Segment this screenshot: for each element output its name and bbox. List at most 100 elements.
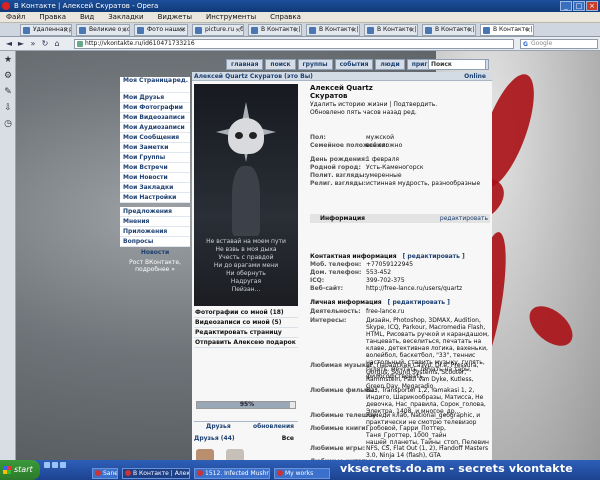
edit-link[interactable]: ред. [173, 77, 189, 85]
start-button[interactable]: start [0, 460, 40, 480]
edit-link[interactable]: [ редактировать ] [403, 253, 465, 260]
sidebar-item[interactable]: Мои Новости [120, 173, 190, 183]
tab-close-icon[interactable]: × [235, 25, 241, 35]
tab-close-icon[interactable]: × [179, 25, 185, 35]
tab-favicon-icon [251, 27, 258, 34]
profile-avatar[interactable]: Не вставай на моем пути Не взвь в моя дых… [194, 84, 298, 306]
profile-action-link[interactable]: Редактировать страницу [194, 328, 298, 338]
menu-item[interactable]: Инструменты [206, 12, 256, 22]
history-clock-icon[interactable]: ◷ [3, 119, 13, 129]
minimize-icon[interactable]: _ [560, 1, 572, 11]
maximize-icon[interactable]: □ [573, 1, 585, 11]
friends-all-link[interactable]: Все [282, 435, 294, 442]
sidebar-item[interactable]: Предложения [120, 207, 190, 217]
friends-count[interactable]: Друзья (44) [194, 435, 235, 442]
browser-tab[interactable]: Фото наших фору...× [134, 24, 188, 36]
home-icon[interactable]: ⌂ [52, 39, 62, 49]
sidebar-item[interactable]: Мои Фотографии [120, 103, 190, 113]
sidebar-item-my-page[interactable]: Моя Страница ред. [120, 77, 190, 93]
sidebar-item[interactable]: Мнения [120, 217, 190, 227]
sidebar-item[interactable]: Мои Видеозаписи [120, 113, 190, 123]
info-row: Полит. взгляды: умеренные [310, 172, 490, 180]
notes-icon[interactable]: ✎ [3, 87, 13, 97]
taskbar-task[interactable]: 1512. Infected Mushr... [194, 468, 270, 479]
tab-close-icon[interactable]: × [409, 25, 415, 35]
menu-item[interactable]: Виджеты [158, 12, 192, 22]
browser-tab[interactable]: В Контакте | В К...× [422, 24, 476, 36]
profile-action-link[interactable]: Фотографии со мной (18) [194, 308, 298, 318]
site-nav-link[interactable]: поиск [265, 59, 296, 70]
quick-launch-icon[interactable] [52, 462, 58, 468]
reload-icon[interactable]: ↻ [40, 39, 50, 49]
profile-action-link[interactable]: Видеозаписи со мной (5) [194, 318, 298, 328]
menu-item[interactable]: Правка [39, 12, 66, 22]
site-nav-link[interactable]: люди [375, 59, 405, 70]
tab-bar: Удаленная работ...× Великие о кошках...× Ф… [0, 23, 600, 37]
browser-tab[interactable]: Великие о кошках...× [76, 24, 130, 36]
opera-logo-icon [2, 2, 10, 10]
forward-icon[interactable]: ► [16, 39, 26, 49]
site-nav-link[interactable]: события [334, 59, 374, 70]
bookmarks-star-icon[interactable]: ★ [3, 55, 13, 65]
info-value: Гробовой, Гарри_Поттер, Таня_Гроттер, 10… [366, 425, 489, 446]
transfers-icon[interactable]: ⇩ [3, 103, 13, 113]
taskbar-task[interactable]: My works [274, 468, 330, 479]
browser-tab[interactable]: В Контакте | В К...× [306, 24, 360, 36]
sidebar-item[interactable]: Мои Настройки [120, 193, 190, 203]
edit-link[interactable]: [ редактировать ] [388, 299, 450, 306]
sidebar-item[interactable]: Мои Друзья [120, 93, 190, 103]
tab-close-icon[interactable]: × [121, 25, 127, 35]
browser-tab[interactable]: В Контакте | Але...× [480, 24, 534, 36]
sidebar-item[interactable]: Мои Сообщения [120, 133, 190, 143]
site-nav-link[interactable]: главная [226, 59, 264, 70]
window-title: В Контакте | Алексей Скуратов - Opera [14, 2, 159, 10]
friend-avatar[interactable] [226, 449, 244, 460]
search-placeholder: Google [531, 40, 553, 47]
watermark-text: vksecrets.do.am - secrets vkontakte [340, 462, 573, 475]
sidebar-item[interactable]: Мои Закладки [120, 183, 190, 193]
profile-status[interactable]: Удалить историю жизни | Подтвердить. [310, 101, 490, 108]
info-key: Полит. взгляды: [310, 172, 367, 179]
sidebar-item[interactable]: Мои Встречи [120, 163, 190, 173]
friends-updates-tab[interactable]: обновления [253, 422, 294, 431]
news-link[interactable]: Рост ВКонтакте, подробнее » [120, 259, 190, 273]
site-search-input[interactable]: Поиск [428, 59, 486, 70]
sidebar-item[interactable]: Вопросы [120, 237, 190, 247]
quick-launch-icon[interactable] [44, 462, 50, 468]
menu-item[interactable]: Вид [80, 12, 94, 22]
search-field[interactable]: G Google [520, 39, 598, 49]
tab-close-icon[interactable]: × [63, 25, 69, 35]
friend-avatar[interactable] [196, 449, 214, 460]
site-nav-link[interactable]: группы [297, 59, 333, 70]
back-icon[interactable]: ◄ [4, 39, 14, 49]
menu-item[interactable]: Закладки [108, 12, 143, 22]
address-field[interactable]: http://vkontakte.ru/id610471733216 [74, 39, 514, 49]
profile-action-link[interactable]: Отправить Алексею подарок [194, 338, 298, 348]
edit-link[interactable]: редактировать [440, 214, 488, 223]
fast-forward-icon[interactable]: » [28, 39, 38, 49]
browser-tab[interactable]: В Контакте | В К...× [364, 24, 418, 36]
tab-close-icon[interactable]: × [351, 25, 357, 35]
menu-item[interactable]: Файл [6, 12, 25, 22]
browser-tab[interactable]: picture.ru - бесп...× [192, 24, 244, 36]
info-key: Моб. телефон: [310, 261, 362, 268]
browser-tab[interactable]: В Контакте | В К...× [248, 24, 302, 36]
taskbar-task[interactable]: В Контакте | Алексе... [122, 468, 190, 479]
poem-line: Учесть с правдой [218, 254, 274, 261]
close-icon[interactable]: × [586, 1, 598, 11]
browser-tab[interactable]: Удаленная работ...× [20, 24, 72, 36]
sidebar-item[interactable]: Мои Аудиозаписи [120, 123, 190, 133]
sidebar-item[interactable]: Мои Группы [120, 153, 190, 163]
sidebar-item[interactable]: Мои Заметки [120, 143, 190, 153]
menu-item[interactable]: Справка [270, 12, 301, 22]
sidebar-item[interactable]: Приложения [120, 227, 190, 237]
widgets-gear-icon[interactable]: ⚙ [3, 71, 13, 81]
info-key: Дом. телефон: [310, 269, 362, 276]
quick-launch-icon[interactable] [60, 462, 66, 468]
friends-tab[interactable]: Друзья [206, 422, 231, 431]
tab-close-icon[interactable]: × [525, 25, 531, 35]
tab-close-icon[interactable]: × [293, 25, 299, 35]
info-key: Любимая музыка: [310, 362, 373, 369]
taskbar-task[interactable]: Saner [92, 468, 118, 479]
tab-close-icon[interactable]: × [467, 25, 473, 35]
